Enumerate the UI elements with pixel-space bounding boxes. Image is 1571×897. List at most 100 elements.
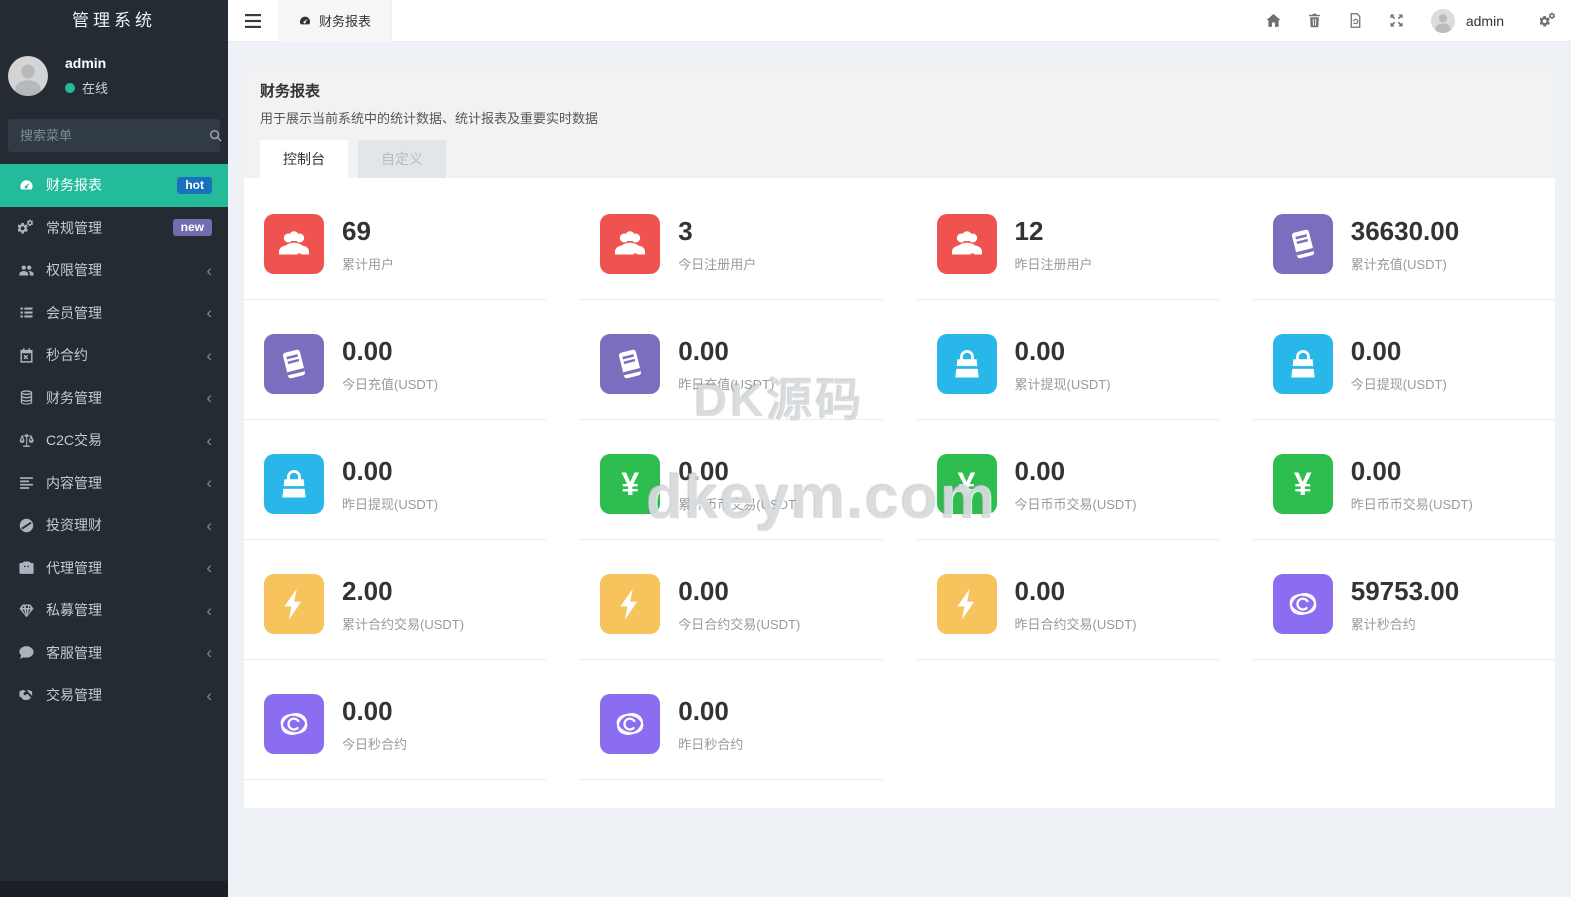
sidebar-item-private-fund[interactable]: 私募管理‹ [0, 589, 228, 632]
sidebar-item-service-manage[interactable]: 客服管理 ‹ [0, 632, 228, 675]
stat-label: 今日秒合约 [342, 734, 407, 753]
topbar-user[interactable]: admin [1431, 9, 1504, 33]
sidebar-item-general-manage[interactable]: 常规管理 new [0, 207, 228, 250]
sidebar-item-label: 客服管理 [46, 643, 102, 663]
stat-label: 今日注册用户 [678, 254, 756, 273]
chevron-left-icon: ‹ [206, 644, 212, 661]
sidebar-item-seconds-contract[interactable]: 秒合约 ‹ [0, 334, 228, 377]
badge-hot: hot [177, 177, 212, 194]
stat-users-icon [937, 214, 997, 274]
stat-card: 0.00 昨日提现(USDT) [244, 438, 546, 540]
stat-value: 36630.00 [1351, 217, 1459, 246]
stat-bolt-icon [937, 574, 997, 634]
list-icon [18, 304, 35, 321]
stat-bolt-icon [600, 574, 660, 634]
sidebar-item-finance-manage[interactable]: 财务管理‹ [0, 377, 228, 420]
stat-value: 0.00 [1015, 457, 1137, 486]
chevron-left-icon: ‹ [206, 262, 212, 279]
stat-card: 12昨日注册用户 [917, 198, 1219, 300]
chevron-left-icon: ‹ [206, 347, 212, 364]
stat-swirl-icon [600, 694, 660, 754]
sidebar-item-content-manage[interactable]: 内容管理‹ [0, 462, 228, 505]
sidebar-item-c2c-trade[interactable]: C2C交易‹ [0, 419, 228, 462]
stat-value: 0.00 [342, 337, 438, 366]
trash-icon[interactable] [1306, 12, 1323, 29]
sidebar-item-trade-manage[interactable]: 交易管理‹ [0, 674, 228, 717]
main-content[interactable]: 财务报表 用于展示当前系统中的统计数据、统计报表及重要实时数据 控制台 自定义 … [228, 43, 1571, 897]
hamburger-menu-icon[interactable] [228, 0, 278, 42]
search-icon[interactable] [208, 119, 223, 152]
sidebar-item-agent-manage[interactable]: 代理管理‹ [0, 547, 228, 590]
finance-report-panel: 财务报表 用于展示当前系统中的统计数据、统计报表及重要实时数据 控制台 自定义 … [244, 68, 1555, 808]
stat-card: 69累计用户 [244, 198, 546, 300]
sidebar-item-label: C2C交易 [46, 430, 102, 450]
sidebar-item-label: 交易管理 [46, 685, 102, 705]
stat-value: 0.00 [678, 697, 743, 726]
topbar-username: admin [1466, 13, 1504, 29]
stat-label: 今日币币交易(USDT) [1015, 494, 1137, 513]
stat-value: 0.00 [1015, 577, 1137, 606]
stat-value: 69 [342, 217, 394, 246]
stat-card: 0.00今日提现(USDT) [1253, 318, 1555, 420]
sidebar-item-label: 财务报表 [46, 175, 102, 195]
stat-value: 0.00 [342, 457, 438, 486]
calendar-icon [18, 347, 35, 364]
stat-card: 0.00累计提现(USDT) [917, 318, 1219, 420]
sidebar: 管理系统 admin 在线 财务报表hot常规管理new权限管理‹会员管理‹秒合… [0, 0, 228, 897]
app-title: 管理系统 [0, 0, 228, 42]
stat-label: 今日提现(USDT) [1351, 374, 1447, 393]
home-icon[interactable] [1265, 12, 1282, 29]
badge-new: new [173, 219, 212, 236]
stat-card: 3今日注册用户 [580, 198, 882, 300]
sidebar-footer [0, 881, 228, 897]
sidebar-item-permission-manage[interactable]: 权限管理 ‹ [0, 249, 228, 292]
stats-grid: 69累计用户 3今日注册用户 12昨日注册用户 36630.00 累计充值(USDT) 0… [244, 178, 1555, 808]
stat-label: 昨日合约交易(USDT) [1015, 614, 1137, 633]
chevron-left-icon: ‹ [206, 304, 212, 321]
stat-card: 59753.00累计秒合约 [1253, 558, 1555, 660]
stat-card: ¥0.00累计币币交易(USDT) [580, 438, 882, 540]
stat-card: ¥0.00 今日币币交易(USDT) [917, 438, 1219, 540]
sidebar-item-label: 权限管理 [46, 260, 102, 280]
online-status-label: 在线 [82, 78, 108, 97]
stat-card: 36630.00 累计充值(USDT) [1253, 198, 1555, 300]
fullscreen-icon[interactable] [1388, 12, 1405, 29]
topbar-tab-finance-report[interactable]: 财务报表 [278, 0, 392, 42]
stat-label: 今日合约交易(USDT) [678, 614, 800, 633]
sidebar-search [8, 119, 220, 152]
online-status-dot [65, 83, 75, 93]
stat-value: 0.00 [678, 577, 800, 606]
chevron-left-icon: ‹ [206, 602, 212, 619]
stat-label: 昨日秒合约 [678, 734, 743, 753]
stat-swirl-icon [1273, 574, 1333, 634]
stat-label: 累计提现(USDT) [1015, 374, 1111, 393]
sidebar-item-finance-report[interactable]: 财务报表 hot [0, 164, 228, 207]
stat-book-icon [264, 334, 324, 394]
sidebar-item-label: 常规管理 [46, 218, 102, 238]
tab-custom[interactable]: 自定义 [358, 140, 446, 178]
topbar: 财务报表 admin [228, 0, 1571, 42]
chevron-left-icon: ‹ [206, 389, 212, 406]
search-input[interactable] [8, 128, 208, 143]
stat-value: 0.00 [678, 337, 774, 366]
stat-card: 0.00 今日秒合约 [244, 678, 546, 780]
briefcase-icon [18, 559, 35, 576]
tab-console[interactable]: 控制台 [260, 140, 348, 178]
stat-card: 0.00昨日充值(USDT) [580, 318, 882, 420]
sidebar-item-member-manage[interactable]: 会员管理‹ [0, 292, 228, 335]
stat-bolt-icon [264, 574, 324, 634]
stat-value: 0.00 [342, 697, 407, 726]
stat-yen-icon: ¥ [937, 454, 997, 514]
stat-book-icon [1273, 214, 1333, 274]
stat-label: 昨日提现(USDT) [342, 494, 438, 513]
stat-value: 59753.00 [1351, 577, 1459, 606]
stat-label: 累计币币交易(USDT) [678, 494, 800, 513]
chevron-left-icon: ‹ [206, 517, 212, 534]
sidebar-item-invest-manage[interactable]: 投资理财‹ [0, 504, 228, 547]
refresh-page-icon[interactable] [1347, 12, 1364, 29]
app-window: 管理系统 admin 在线 财务报表hot常规管理new权限管理‹会员管理‹秒合… [0, 0, 1571, 897]
align-icon [18, 474, 35, 491]
settings-gears-icon[interactable] [1540, 12, 1557, 29]
sidebar-item-label: 秒合约 [46, 345, 88, 365]
stat-label: 累计充值(USDT) [1351, 254, 1459, 273]
